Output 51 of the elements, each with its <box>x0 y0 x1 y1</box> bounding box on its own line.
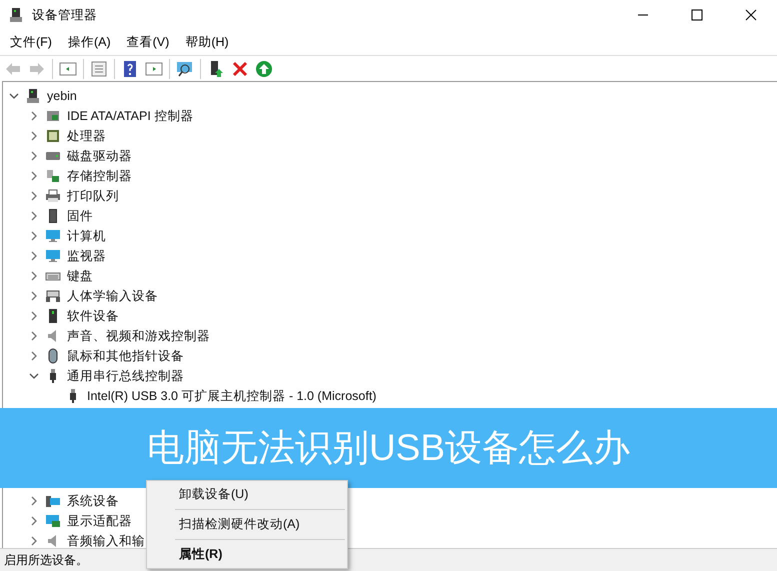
tree-item-label[interactable]: Intel(R) USB 3.0 可扩展主机控制器 - 1.0 (Microsoft) <box>87 386 376 406</box>
gamepad-icon <box>45 288 61 304</box>
tree-item-label[interactable]: 磁盘驱动器 <box>67 146 132 166</box>
monitor-icon <box>45 228 61 244</box>
properties-icon[interactable] <box>90 60 108 78</box>
tree-item-label[interactable]: 声音、视频和游戏控制器 <box>67 326 210 346</box>
tree-item-label[interactable]: yebin <box>47 86 77 106</box>
tree-item-label[interactable]: 软件设备 <box>67 306 119 326</box>
menu-item[interactable]: 文件(F) <box>2 33 60 52</box>
context-menu-item[interactable]: 扫描检测硬件改动(A) <box>147 513 347 536</box>
chevron-down-icon[interactable] <box>29 371 39 381</box>
printer-icon <box>45 188 61 204</box>
tree-item-label[interactable]: 存储控制器 <box>67 166 132 186</box>
action-pane-icon[interactable] <box>145 60 163 78</box>
status-text: 启用所选设备。 <box>4 552 88 569</box>
tree-item-label[interactable]: 音频输入和输 <box>67 532 145 548</box>
storage-controller-icon <box>45 168 61 184</box>
chip-icon <box>45 108 61 124</box>
banner-title: 电脑无法识别USB设备怎么办 <box>146 426 630 470</box>
tree-item-label[interactable]: 键盘 <box>67 266 93 286</box>
menu-item[interactable]: 操作(A) <box>60 33 119 52</box>
context-menu-item[interactable]: 卸载设备(U) <box>147 483 347 506</box>
tree-item-label[interactable]: IDE ATA/ATAPI 控制器 <box>67 106 194 126</box>
display-adapter-icon <box>45 513 61 529</box>
chevron-down-icon[interactable] <box>9 91 19 101</box>
enable-up-icon[interactable] <box>255 60 273 78</box>
tree-item-label[interactable]: 监视器 <box>67 246 106 266</box>
close-icon[interactable] <box>745 9 757 21</box>
delete-icon[interactable] <box>231 60 249 78</box>
window-title: 设备管理器 <box>32 6 97 24</box>
tree-item-label[interactable]: 人体学输入设备 <box>67 286 158 306</box>
menu-item[interactable]: 查看(V) <box>118 33 178 52</box>
menu-item[interactable]: 帮助(H) <box>177 33 237 52</box>
tree-item-label[interactable]: 鼠标和其他指针设备 <box>67 346 184 366</box>
tree-item-label[interactable]: 通用串行总线控制器 <box>67 366 184 386</box>
help-icon[interactable] <box>121 60 139 78</box>
context-menu-item[interactable]: 属性(R) <box>147 543 347 566</box>
tree-item-label[interactable]: 固件 <box>67 206 93 226</box>
tree-item-label[interactable]: 打印队列 <box>67 186 119 206</box>
computer-icon <box>8 7 24 23</box>
system-device-icon <box>45 493 61 509</box>
tree-item-label[interactable]: 计算机 <box>67 226 106 246</box>
processor-icon <box>45 128 61 144</box>
tree-item-label[interactable]: 处理器 <box>67 126 106 146</box>
monitor-icon <box>45 248 61 264</box>
console-tree-icon[interactable] <box>59 60 77 78</box>
tree-item-label[interactable]: 显示适配器 <box>67 512 132 530</box>
tree-item-label[interactable]: 系统设备 <box>67 492 119 510</box>
scan-monitor-icon[interactable] <box>176 60 194 78</box>
maximize-icon[interactable] <box>691 9 703 21</box>
computer-icon <box>25 88 41 104</box>
